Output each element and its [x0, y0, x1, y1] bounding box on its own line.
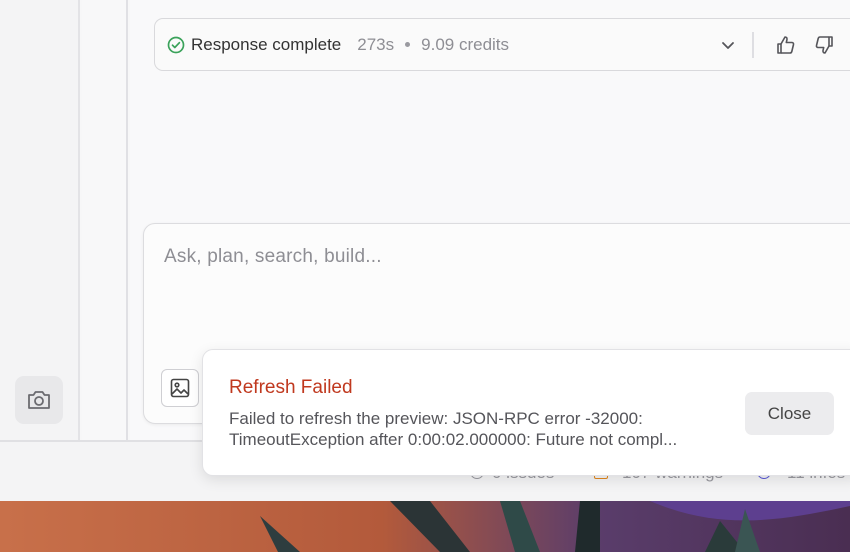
screenshot-button[interactable] — [15, 376, 63, 424]
check-circle-icon — [167, 36, 185, 54]
response-credits: 9.09 credits — [421, 34, 510, 54]
wallpaper-artwork — [0, 501, 850, 552]
composer-input[interactable]: Ask, plan, search, build... — [164, 246, 382, 268]
toast-message-line-2: TimeoutException after 0:00:02.000000: F… — [229, 430, 678, 449]
image-icon — [170, 378, 190, 398]
response-status-label: Response complete — [191, 34, 342, 54]
secondary-rail — [82, 0, 128, 440]
response-status-bar: Response complete 273s 9.09 credits — [154, 18, 850, 71]
error-toast: Refresh Failed Failed to refresh the pre… — [202, 349, 850, 476]
close-button[interactable]: Close — [745, 392, 834, 435]
response-meta: 273s 9.09 credits — [357, 35, 509, 55]
chevron-down-icon[interactable] — [719, 36, 737, 54]
toast-title: Refresh Failed — [229, 377, 353, 398]
attach-image-button[interactable] — [161, 369, 199, 407]
thumbs-up-icon[interactable] — [775, 34, 797, 56]
divider — [752, 32, 754, 58]
left-rail — [0, 0, 80, 440]
toast-message-line-1: Failed to refresh the preview: JSON-RPC … — [229, 409, 643, 428]
meta-separator-dot — [405, 42, 411, 47]
response-duration: 273s — [357, 34, 395, 54]
camera-icon — [28, 391, 50, 409]
toast-message: Failed to refresh the preview: JSON-RPC … — [229, 408, 729, 450]
thumbs-down-icon[interactable] — [813, 34, 835, 56]
